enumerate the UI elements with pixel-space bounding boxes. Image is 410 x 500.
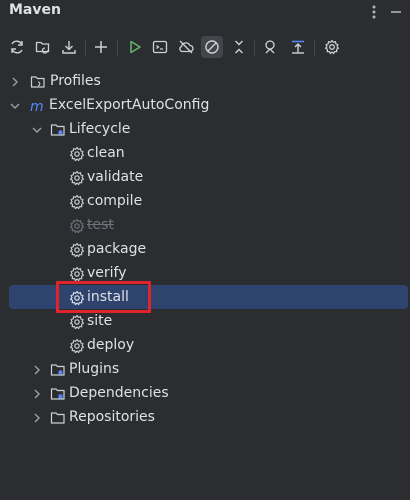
toolbar-separator [117, 40, 118, 56]
tree-node-goal[interactable]: clean [0, 142, 410, 166]
tree-node-goal[interactable]: deploy [0, 334, 410, 358]
tree-label: verify [87, 265, 127, 281]
highlight-box [56, 281, 151, 313]
collapse-icon[interactable] [228, 36, 250, 58]
minimize-icon[interactable] [386, 2, 406, 22]
goal-gear-icon [69, 170, 85, 186]
toolbar-separator [85, 40, 86, 56]
analyze-icon[interactable] [287, 36, 309, 58]
maven-project-icon: m [30, 98, 46, 115]
tree-label: deploy [87, 337, 135, 353]
run-icon[interactable] [124, 36, 146, 58]
goal-gear-icon [69, 218, 85, 234]
chevron-right-icon[interactable] [8, 74, 22, 90]
tree-node-lifecycle[interactable]: Lifecycle [0, 118, 410, 142]
goal-gear-icon [69, 146, 85, 162]
plugins-folder-icon [50, 362, 66, 378]
svg-text:m: m [30, 99, 44, 114]
goal-gear-icon [69, 314, 85, 330]
tree-node-project[interactable]: m ExcelExportAutoConfig [0, 94, 410, 118]
tree-label: Dependencies [69, 385, 169, 401]
download-icon[interactable] [58, 36, 80, 58]
reload-icon[interactable] [6, 36, 28, 58]
panel-title: Maven [9, 2, 61, 18]
tree-node-profiles[interactable]: Profiles [0, 70, 410, 94]
goal-gear-icon [69, 242, 85, 258]
tree-node-goal[interactable]: compile [0, 190, 410, 214]
tree-label: validate [87, 169, 144, 185]
tree-label: Repositories [69, 409, 155, 425]
add-icon[interactable] [90, 36, 112, 58]
chevron-down-icon[interactable] [30, 122, 44, 138]
tree-node-goal[interactable]: validate [0, 166, 410, 190]
skip-tests-icon[interactable] [201, 36, 223, 58]
show-dependencies-icon[interactable] [260, 36, 282, 58]
lifecycle-folder-icon [50, 122, 66, 138]
dependencies-folder-icon [50, 386, 66, 402]
tree-label: package [87, 241, 147, 257]
panel-header: Maven [0, 0, 410, 26]
execute-goal-icon[interactable] [149, 36, 171, 58]
repositories-folder-icon [50, 410, 66, 426]
tree-node-dependencies[interactable]: Dependencies [0, 382, 410, 406]
tree-label: test [87, 217, 114, 233]
tree-label: ExcelExportAutoConfig [49, 97, 210, 113]
toolbar-separator [314, 40, 315, 56]
tree-label: Plugins [69, 361, 120, 377]
toolbar-separator [254, 40, 255, 56]
tree-node-goal[interactable]: package [0, 238, 410, 262]
tree-node-goal[interactable]: site [0, 310, 410, 334]
chevron-right-icon[interactable] [30, 362, 44, 378]
tree-label: Profiles [50, 73, 101, 89]
more-options-icon[interactable] [364, 2, 384, 22]
tree-node-goal-disabled[interactable]: test [0, 214, 410, 238]
goal-gear-icon [69, 194, 85, 210]
chevron-right-icon[interactable] [30, 386, 44, 402]
tree-label: Lifecycle [69, 121, 131, 137]
tree-label: site [87, 313, 113, 329]
goal-gear-icon [69, 338, 85, 354]
maven-toolbar [0, 34, 410, 62]
toggle-offline-icon[interactable] [175, 36, 197, 58]
goal-gear-icon [69, 266, 85, 282]
generate-sources-icon[interactable] [32, 36, 54, 58]
tree-label: clean [87, 145, 125, 161]
chevron-right-icon[interactable] [30, 410, 44, 426]
profiles-folder-icon [30, 74, 46, 90]
tree-node-repositories[interactable]: Repositories [0, 406, 410, 430]
tree-node-plugins[interactable]: Plugins [0, 358, 410, 382]
chevron-down-icon[interactable] [8, 98, 22, 114]
settings-icon[interactable] [321, 36, 343, 58]
tree-label: compile [87, 193, 143, 209]
